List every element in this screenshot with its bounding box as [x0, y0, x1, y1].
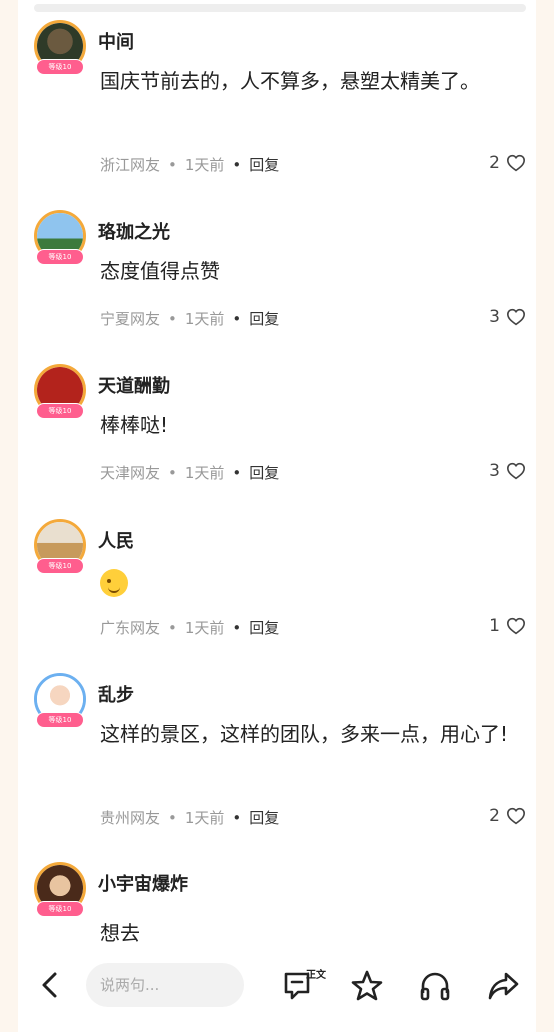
username[interactable]: 乱步 — [98, 681, 134, 707]
heart-icon — [506, 617, 526, 635]
comment-text: 想去 — [100, 921, 140, 945]
top-handle — [34, 4, 526, 12]
username[interactable]: 人民 — [98, 527, 134, 553]
like-button[interactable]: 1 — [489, 616, 526, 636]
like-button[interactable]: 3 — [489, 461, 526, 481]
level-badge: 等级10 — [37, 559, 83, 573]
comment-meta: 天津网友 • 1天前 • 回复 — [100, 464, 280, 482]
location: 浙江网友 — [100, 156, 161, 174]
comment-text: 国庆节前去的，人不算多，悬塑太精美了。 — [100, 69, 480, 93]
back-arrow-icon[interactable] — [38, 971, 62, 999]
heart-icon — [506, 308, 526, 326]
text-mode-label: 正文 — [306, 970, 326, 981]
reply-button[interactable]: 回复 — [249, 310, 279, 328]
time: 1天前 — [184, 156, 225, 174]
username[interactable]: 小宇宙爆炸 — [98, 870, 188, 896]
level-badge: 等级10 — [37, 713, 83, 727]
comment-text: 棒棒哒! — [100, 413, 169, 437]
star-icon[interactable] — [350, 969, 384, 1003]
comment-meta: 宁夏网友 • 1天前 • 回复 — [100, 310, 280, 328]
smile-emoji-icon — [100, 569, 128, 597]
like-button[interactable]: 3 — [489, 307, 526, 327]
username[interactable]: 珞珈之光 — [98, 218, 170, 244]
comment-input[interactable]: 说两句... — [86, 963, 244, 1007]
time: 1天前 — [184, 464, 225, 482]
heart-icon — [506, 154, 526, 172]
heart-icon — [506, 462, 526, 480]
share-icon[interactable] — [486, 969, 520, 1003]
username[interactable]: 天道酬勤 — [98, 372, 170, 398]
comment-text: 这样的景区，这样的团队，多来一点，用心了! — [100, 722, 509, 746]
like-button[interactable]: 2 — [489, 153, 526, 173]
comment-meta: 广东网友 • 1天前 • 回复 — [100, 619, 280, 637]
reply-button[interactable]: 回复 — [249, 619, 279, 637]
like-count: 3 — [489, 307, 500, 327]
time: 1天前 — [184, 310, 225, 328]
like-count: 2 — [489, 153, 500, 173]
headphones-icon[interactable] — [418, 969, 452, 1003]
comment-text: 态度值得点赞 — [100, 259, 220, 283]
bottom-action-bar: 说两句... 正文 — [0, 955, 554, 1017]
heart-icon — [506, 807, 526, 825]
like-count: 1 — [489, 616, 500, 636]
like-button[interactable]: 2 — [489, 806, 526, 826]
location: 天津网友 — [100, 464, 161, 482]
level-badge: 等级10 — [37, 60, 83, 74]
level-badge: 等级10 — [37, 902, 83, 916]
level-badge: 等级10 — [37, 404, 83, 418]
location: 广东网友 — [100, 619, 161, 637]
like-count: 2 — [489, 806, 500, 826]
level-badge: 等级10 — [37, 250, 83, 264]
location: 贵州网友 — [100, 809, 161, 827]
username[interactable]: 中间 — [98, 28, 134, 54]
comment-meta: 贵州网友 • 1天前 • 回复 — [100, 809, 280, 827]
time: 1天前 — [184, 619, 225, 637]
time: 1天前 — [184, 809, 225, 827]
reply-button[interactable]: 回复 — [249, 156, 279, 174]
comment-text — [100, 563, 520, 607]
reply-button[interactable]: 回复 — [249, 464, 279, 482]
like-count: 3 — [489, 461, 500, 481]
location: 宁夏网友 — [100, 310, 161, 328]
comment-meta: 浙江网友 • 1天前 • 回复 — [100, 156, 280, 174]
reply-button[interactable]: 回复 — [249, 809, 279, 827]
